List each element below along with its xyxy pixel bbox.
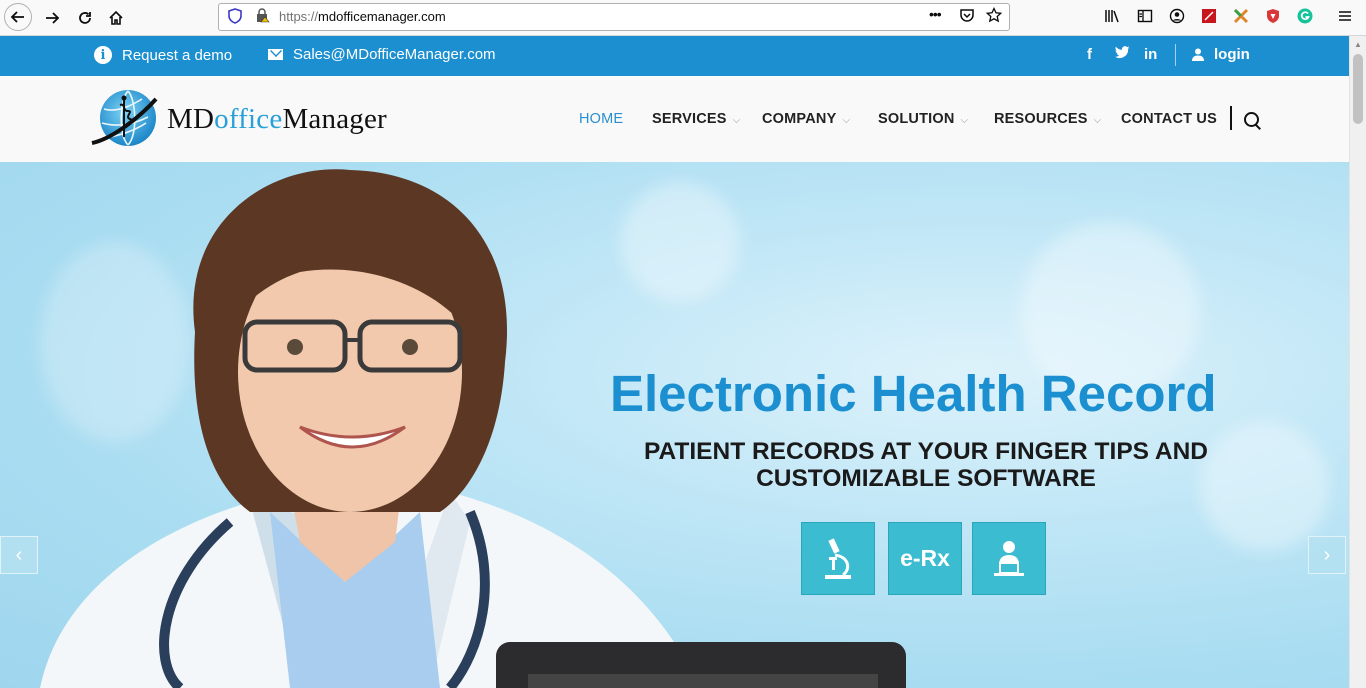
nav-solution-label: SOLUTION (878, 111, 955, 127)
brave-shield-icon[interactable] (1265, 8, 1281, 24)
nav-contact-us[interactable]: CONTACT US (1121, 111, 1217, 127)
nav-divider (1230, 106, 1232, 130)
nav-services[interactable]: SERVICES ⌵ (652, 111, 740, 127)
home-button[interactable] (102, 4, 130, 32)
forward-button[interactable] (38, 4, 66, 32)
envelope-icon (268, 49, 283, 60)
slider-next-button[interactable]: › (1308, 536, 1346, 574)
sidebar-icon[interactable] (1137, 8, 1153, 24)
logo-wordmark[interactable]: MDofficeManager (167, 103, 387, 136)
url-host: mdofficemanager.com (318, 9, 446, 24)
microscope-icon (825, 537, 851, 579)
user-icon (1192, 48, 1204, 61)
account-icon[interactable] (1169, 8, 1185, 24)
email-label: Sales@MDofficeManager.com (293, 46, 496, 63)
logo-suffix: Manager (282, 103, 387, 135)
pdf-extension-icon[interactable] (1201, 8, 1217, 24)
login-label: login (1214, 46, 1250, 63)
hero-subtitle-line2: CUSTOMIZABLE SOFTWARE (756, 465, 1096, 492)
reload-icon (79, 12, 91, 24)
login-link[interactable]: login (1192, 46, 1250, 63)
home-icon (109, 10, 123, 25)
reload-button[interactable] (71, 4, 99, 32)
request-demo-label: Request a demo (122, 46, 233, 64)
forward-arrow-icon (46, 12, 60, 24)
chevron-down-icon: ⌵ (1093, 115, 1102, 126)
back-arrow-icon (10, 11, 24, 23)
request-demo-link[interactable]: i Request a demo (94, 46, 232, 64)
topbar-divider (1175, 44, 1176, 66)
nav-services-label: SERVICES (652, 111, 727, 127)
lab-tile-button[interactable] (801, 522, 875, 595)
puzzle-extension-icon[interactable] (1233, 8, 1249, 24)
logo-globe-icon[interactable] (90, 87, 160, 149)
url-bar[interactable]: https://mdofficemanager.com ••• (218, 3, 1010, 31)
logo-middle: office (214, 103, 283, 135)
doctor-photo (40, 169, 700, 688)
bookmark-star-icon[interactable] (985, 6, 1003, 26)
page-actions-menu[interactable]: ••• (929, 6, 942, 22)
search-icon[interactable] (1244, 112, 1259, 127)
url-text[interactable]: https://mdofficemanager.com (279, 9, 446, 24)
hero-title: Electronic Health Record (610, 365, 1217, 422)
linkedin-icon[interactable]: in (1144, 46, 1157, 63)
facebook-icon[interactable]: f (1087, 46, 1092, 63)
slider-prev-button[interactable]: ‹ (0, 536, 38, 574)
browser-toolbar: https://mdofficemanager.com ••• (0, 0, 1366, 36)
tracking-shield-icon[interactable] (228, 8, 242, 27)
nav-resources[interactable]: RESOURCES ⌵ (994, 111, 1101, 127)
nav-home[interactable]: HOME (579, 111, 623, 127)
scroll-up-arrow-icon[interactable]: ▲ (1354, 40, 1362, 49)
doctor-laptop-icon (994, 540, 1024, 576)
pocket-icon[interactable] (959, 7, 975, 26)
nav-solution[interactable]: SOLUTION ⌵ (878, 111, 968, 127)
nav-resources-label: RESOURCES (994, 111, 1088, 127)
hero-subtitle: PATIENT RECORDS AT YOUR FINGER TIPS AND … (620, 438, 1232, 492)
telehealth-tile-button[interactable] (972, 522, 1046, 595)
url-scheme: https:// (279, 9, 319, 24)
hero-slider: Electronic Health Record PATIENT RECORDS… (0, 162, 1349, 688)
chevron-down-icon: ⌵ (960, 115, 969, 126)
page-scrollbar[interactable]: ▲ (1349, 36, 1366, 688)
scrollbar-thumb[interactable] (1353, 54, 1363, 124)
hamburger-menu-icon[interactable] (1337, 8, 1353, 24)
erx-tile-button[interactable]: e-Rx (888, 522, 962, 595)
email-link[interactable]: Sales@MDofficeManager.com (268, 46, 496, 63)
library-icon[interactable] (1104, 8, 1120, 24)
chevron-down-icon: ⌵ (732, 115, 741, 126)
nav-company-label: COMPANY (762, 111, 837, 127)
insecure-lock-icon[interactable] (255, 8, 270, 26)
laptop-screen (528, 674, 878, 688)
chevron-down-icon: ⌵ (842, 115, 851, 126)
grammarly-icon[interactable] (1297, 8, 1313, 24)
logo-prefix: MD (167, 103, 215, 135)
top-contact-bar: i Request a demo Sales@MDofficeManager.c… (0, 36, 1349, 76)
site-header: MDofficeManager HOME SERVICES ⌵ COMPANY ⌵ … (0, 76, 1349, 162)
nav-company[interactable]: COMPANY ⌵ (762, 111, 850, 127)
hero-subtitle-line1: PATIENT RECORDS AT YOUR FINGER TIPS AND (644, 438, 1208, 465)
twitter-icon[interactable] (1115, 46, 1130, 63)
info-icon: i (94, 46, 112, 64)
back-button[interactable] (4, 3, 32, 31)
